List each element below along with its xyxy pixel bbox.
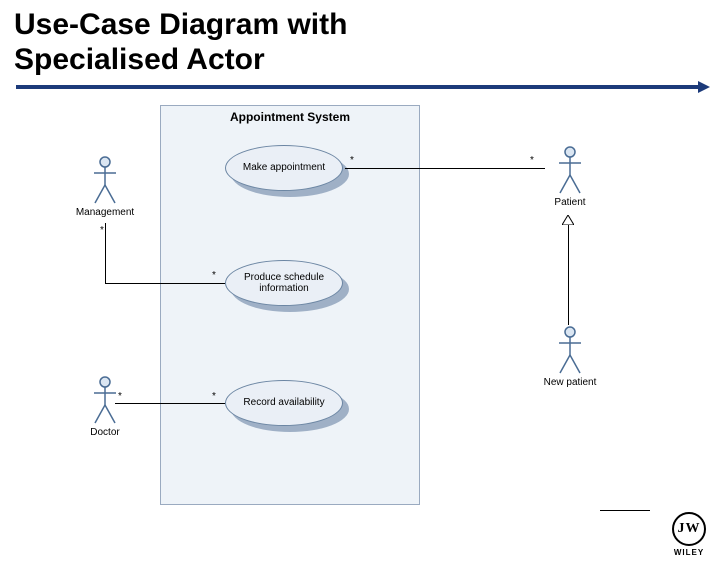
actor-label: Doctor bbox=[75, 427, 135, 438]
usecase-produce-schedule: Produce schedule information bbox=[225, 260, 355, 318]
actor-patient: Patient bbox=[540, 145, 600, 208]
multiplicity-star: * bbox=[530, 155, 534, 166]
title-underline bbox=[16, 83, 704, 95]
actor-label: Patient bbox=[540, 197, 600, 208]
multiplicity-star: * bbox=[100, 225, 104, 236]
title-line-2: Specialised Actor bbox=[14, 43, 265, 76]
actor-new-patient: New patient bbox=[540, 325, 600, 388]
usecase-record-availability: Record availability bbox=[225, 380, 355, 438]
usecase-label: Produce schedule information bbox=[229, 272, 339, 295]
actor-label: New patient bbox=[540, 377, 600, 388]
usecase-make-appointment: Make appointment bbox=[225, 145, 355, 203]
assoc-line bbox=[105, 283, 225, 284]
stick-figure-icon bbox=[556, 145, 584, 195]
actor-doctor: Doctor bbox=[75, 375, 135, 438]
multiplicity-star: * bbox=[212, 270, 216, 281]
publisher-logo: JW WILEY bbox=[672, 512, 706, 557]
system-title: Appointment System bbox=[161, 106, 419, 128]
multiplicity-star: * bbox=[350, 155, 354, 166]
usecase-label: Make appointment bbox=[243, 162, 325, 174]
stick-figure-icon bbox=[91, 155, 119, 205]
multiplicity-star: * bbox=[212, 391, 216, 402]
assoc-line bbox=[105, 223, 106, 283]
diagram-canvas: Appointment System Make appointment Prod… bbox=[0, 95, 720, 565]
stick-figure-icon bbox=[91, 375, 119, 425]
footer-rule bbox=[600, 510, 650, 511]
publisher-name: WILEY bbox=[672, 548, 706, 557]
actor-management: Management bbox=[75, 155, 135, 218]
multiplicity-star: * bbox=[118, 391, 122, 402]
usecase-label: Record availability bbox=[243, 397, 324, 409]
generalisation-line bbox=[568, 225, 569, 325]
assoc-line bbox=[115, 403, 225, 404]
publisher-mark: JW bbox=[672, 512, 706, 546]
title-line-1: Use-Case Diagram with bbox=[14, 8, 347, 41]
slide-title: Use-Case Diagram with Specialised Actor bbox=[0, 0, 720, 79]
stick-figure-icon bbox=[556, 325, 584, 375]
assoc-line bbox=[345, 168, 545, 169]
generalisation-arrow-icon bbox=[562, 215, 574, 225]
actor-label: Management bbox=[75, 207, 135, 218]
